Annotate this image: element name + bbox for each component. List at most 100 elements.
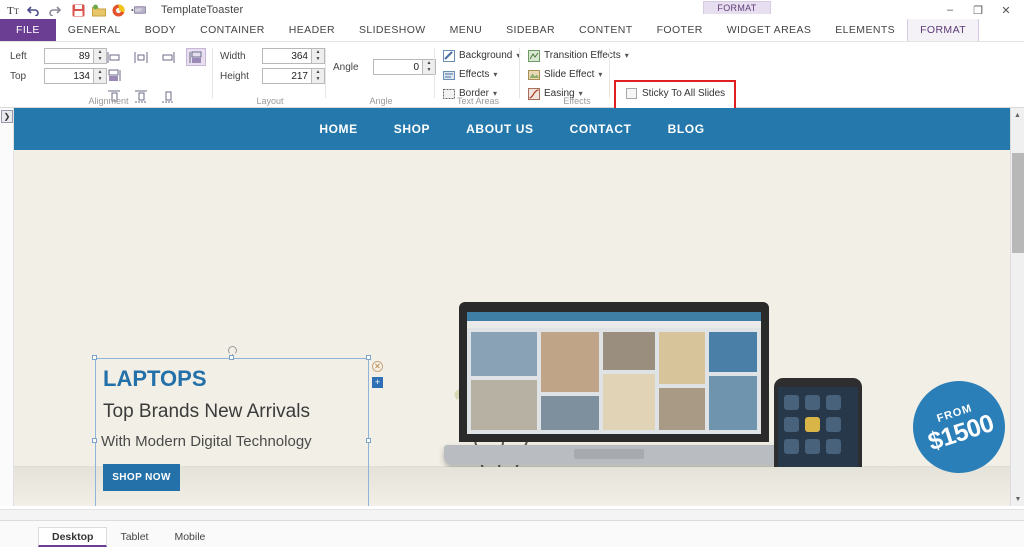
ribbon-tab-strip: FILE GENERAL BODY CONTAINER HEADER SLIDE… (0, 19, 1024, 42)
group-divider-3 (434, 48, 435, 98)
title-bar: T T WP TemplateToaster – ❐ ✕ (0, 0, 1024, 20)
scroll-up-arrow[interactable]: ▲ (1011, 108, 1024, 122)
tab-content[interactable]: CONTENT (567, 19, 645, 41)
height-spinner[interactable]: ▲▼ (262, 68, 325, 84)
horizontal-scrollbar[interactable] (0, 509, 1024, 520)
tab-header[interactable]: HEADER (277, 19, 347, 41)
group-divider-4 (519, 48, 520, 98)
tab-format[interactable]: FORMAT (907, 19, 980, 41)
tab-slideshow[interactable]: SLIDESHOW (347, 19, 438, 41)
group-label-text-areas: Text Areas (456, 96, 500, 106)
expand-panel-button[interactable]: ❯ (1, 110, 13, 123)
tab-sidebar[interactable]: SIDEBAR (494, 19, 567, 41)
tab-elements[interactable]: ELEMENTS (823, 19, 907, 41)
angle-spinner[interactable]: ▲▼ (373, 59, 436, 75)
device-tab-tablet[interactable]: Tablet (107, 527, 162, 547)
restore-button[interactable]: ❐ (964, 0, 992, 20)
top-field-row: Top ▲▼ (10, 68, 107, 84)
resize-handle-n[interactable] (229, 355, 234, 360)
redo-icon[interactable] (46, 3, 61, 18)
top-input[interactable] (45, 69, 93, 83)
status-bar: Desktop Tablet Mobile (0, 520, 1024, 547)
top-label: Top (10, 70, 27, 82)
width-spin-arrows[interactable]: ▲ ▼ (311, 49, 324, 63)
width-label: Width (220, 50, 246, 62)
tab-general[interactable]: GENERAL (56, 19, 133, 41)
sticky-label: Sticky To All Slides (642, 88, 726, 99)
width-spinner[interactable]: ▲▼ (262, 48, 325, 64)
group-label-alignment: Alignment (88, 96, 129, 106)
width-input[interactable] (263, 49, 311, 63)
tab-footer[interactable]: FOOTER (645, 19, 715, 41)
device-tab-desktop[interactable]: Desktop (38, 527, 108, 547)
tab-widget-areas[interactable]: WIDGET AREAS (715, 19, 824, 41)
resize-handle-nw[interactable] (92, 355, 97, 360)
transition-effects-icon (527, 49, 540, 62)
browser-preview-icon[interactable] (111, 3, 126, 18)
height-spin-arrows[interactable]: ▲ ▼ (311, 69, 324, 83)
vertical-scrollbar[interactable]: ▲ ▼ (1010, 108, 1024, 506)
background-icon (442, 49, 455, 62)
group-divider-5 (609, 48, 610, 98)
nav-link-home[interactable]: HOME (319, 122, 357, 136)
ribbon-group-text-areas: Background ▾ Effects ▾ Border ▾ (438, 42, 520, 108)
nav-link-contact[interactable]: CONTACT (570, 122, 632, 136)
resize-handle-e[interactable] (366, 438, 371, 443)
align-left-icon[interactable] (104, 48, 124, 66)
undo-icon[interactable] (26, 3, 41, 18)
delete-text-area-button[interactable]: ✕ (372, 361, 383, 372)
height-input[interactable] (263, 69, 311, 83)
slide-effect-icon (527, 68, 540, 81)
device-tab-mobile[interactable]: Mobile (161, 527, 219, 547)
group-divider-1 (212, 48, 213, 98)
transition-effects-menu-item[interactable]: Transition Effects ▾ (527, 47, 629, 64)
align-stretch-h-icon[interactable] (186, 48, 207, 66)
effects-icon (442, 68, 455, 81)
site-navigation[interactable]: HOME SHOP ABOUT US CONTACT BLOG (14, 108, 1010, 150)
align-distribute-icon[interactable] (104, 66, 124, 84)
align-right-icon[interactable] (159, 48, 179, 66)
height-label: Height (220, 70, 249, 82)
app-title: TemplateToaster (161, 4, 244, 16)
selection-outline (95, 358, 369, 506)
svg-text:WP: WP (135, 8, 142, 13)
website-preview[interactable]: HOME SHOP ABOUT US CONTACT BLOG FROM $15… (14, 108, 1010, 506)
save-icon[interactable] (71, 3, 86, 18)
nav-link-shop[interactable]: SHOP (394, 122, 430, 136)
background-menu-item[interactable]: Background ▾ (442, 47, 520, 64)
top-spinner[interactable]: ▲▼ (44, 68, 107, 84)
angle-field-row: Angle ▲▼ (333, 59, 436, 75)
resize-handle-w[interactable] (92, 438, 97, 443)
angle-input[interactable] (374, 60, 422, 74)
sticky-to-all-slides-option[interactable]: Sticky To All Slides (626, 88, 725, 99)
tab-body[interactable]: BODY (133, 19, 188, 41)
left-gutter: ❯ (0, 108, 14, 506)
effects-menu-item[interactable]: Effects ▾ (442, 66, 520, 83)
tab-menu[interactable]: MENU (438, 19, 495, 41)
left-spinner[interactable]: ▲▼ (44, 48, 107, 64)
nav-link-about-us[interactable]: ABOUT US (466, 122, 533, 136)
close-button[interactable]: ✕ (992, 0, 1020, 20)
left-input[interactable] (45, 49, 93, 63)
nav-link-blog[interactable]: BLOG (668, 122, 705, 136)
sticky-checkbox[interactable] (626, 88, 637, 99)
template-toaster-window: T T WP TemplateToaster – ❐ ✕ FORMAT FILE… (0, 0, 1024, 547)
resize-handle-ne[interactable] (366, 355, 371, 360)
vertical-scroll-thumb[interactable] (1012, 153, 1024, 253)
tab-file[interactable]: FILE (0, 19, 56, 41)
height-field-row: Height ▲▼ (220, 68, 325, 84)
svg-text:T: T (7, 5, 14, 16)
contextual-tab-group-label: FORMAT (703, 1, 771, 14)
selected-text-area[interactable]: ✕ + LAPTOPS Top Brands New Arrivals With… (92, 346, 383, 506)
align-center-icon[interactable] (131, 48, 151, 66)
export-package-icon[interactable] (91, 3, 106, 18)
effects-label: Effects (459, 69, 490, 80)
tab-container[interactable]: CONTAINER (188, 19, 277, 41)
design-canvas[interactable]: ❯ HOME SHOP ABOUT US CONTACT BLOG FROM $… (0, 108, 1024, 506)
text-format-icon[interactable]: T T (6, 3, 21, 18)
add-text-area-button[interactable]: + (372, 377, 383, 388)
laptop-trackpad (574, 449, 644, 459)
minimize-button[interactable]: – (936, 0, 964, 20)
wordpress-export-icon[interactable]: WP (131, 3, 146, 18)
scroll-down-arrow[interactable]: ▼ (1011, 492, 1024, 506)
